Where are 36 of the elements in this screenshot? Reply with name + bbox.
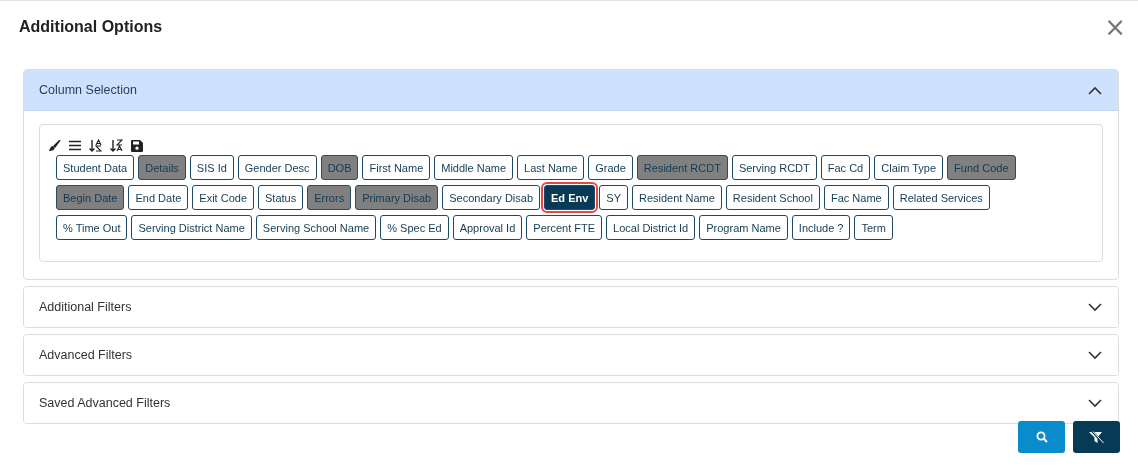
column-chip[interactable]: Local District Id	[606, 215, 696, 240]
column-chip[interactable]: Fac Name	[823, 185, 889, 210]
column-chip[interactable]: Ed Env	[544, 185, 596, 210]
column-chip[interactable]: Percent FTE	[526, 215, 603, 240]
column-chip[interactable]: Status	[258, 185, 304, 210]
accordion-header[interactable]: Saved Advanced Filters	[24, 383, 1118, 423]
column-chip[interactable]: % Spec Ed	[380, 215, 449, 240]
column-chip[interactable]: Resident School	[725, 185, 820, 210]
dialog-title: Additional Options	[19, 18, 163, 36]
column-chip[interactable]: First Name	[362, 155, 431, 180]
column-chip[interactable]: Last Name	[517, 155, 585, 180]
column-chip[interactable]: SIS Id	[189, 155, 234, 180]
column-chip[interactable]: % Time Out	[56, 215, 128, 240]
accordion-header[interactable]: Additional Filters	[24, 287, 1118, 327]
column-chip[interactable]: End Date	[128, 185, 189, 210]
column-chip[interactable]: Grade	[588, 155, 633, 180]
accordion-header[interactable]: Advanced Filters	[24, 335, 1118, 375]
column-chip[interactable]: Fac Cd	[820, 155, 871, 180]
column-chip[interactable]: Approval Id	[452, 215, 523, 240]
column-chip[interactable]: SY	[599, 185, 628, 210]
column-chip[interactable]: Include ?	[791, 215, 851, 240]
column-chip[interactable]: Program Name	[699, 215, 788, 240]
column-chip[interactable]: Term	[854, 215, 893, 240]
column-chip[interactable]: Serving District Name	[131, 215, 252, 240]
column-chip[interactable]: Gender Desc	[237, 155, 317, 180]
close-button[interactable]: ×	[1104, 16, 1126, 38]
column-chip[interactable]: Serving RCDT	[731, 155, 817, 180]
column-chip[interactable]: Claim Type	[874, 155, 944, 180]
column-chip[interactable]: Related Services	[892, 185, 990, 210]
column-chip[interactable]: Secondary Disab	[442, 185, 540, 210]
column-chip[interactable]: Student Data	[56, 155, 135, 180]
column-chip[interactable]: Exit Code	[192, 185, 254, 210]
column-chip[interactable]: Middle Name	[434, 155, 514, 180]
column-chip[interactable]: Resident Name	[632, 185, 722, 210]
column-chip[interactable]: Serving School Name	[255, 215, 377, 240]
accordion-header[interactable]: Column Selection	[24, 70, 1118, 111]
